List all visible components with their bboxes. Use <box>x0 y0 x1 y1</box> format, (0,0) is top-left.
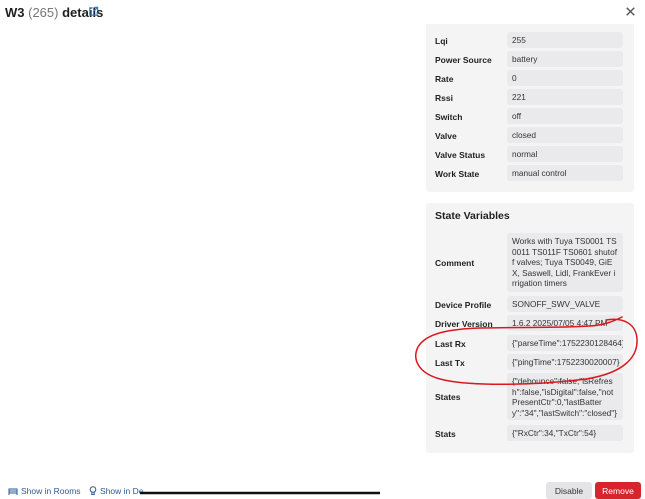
state-value: SONOFF_SWV_VALVE <box>507 296 623 312</box>
attribute-value: 255 <box>507 32 623 48</box>
show-in-rooms-link[interactable]: Show in Rooms <box>8 486 81 496</box>
state-value: Works with Tuya TS0001 TS0011 TS011F TS0… <box>507 233 623 292</box>
show-in-dashboard-link[interactable]: Show in De <box>89 486 143 496</box>
attribute-label: Switch <box>435 112 463 122</box>
attribute-label: Rate <box>435 74 454 84</box>
state-label: Last Rx <box>435 339 466 349</box>
attribute-value: 221 <box>507 89 623 105</box>
rooms-icon <box>8 488 18 495</box>
attribute-label: Valve <box>435 131 457 141</box>
state-variables-panel: State Variables Comment Works with Tuya … <box>426 203 634 453</box>
section-title: State Variables <box>435 210 510 222</box>
dialog-header: W3 (265) details <box>0 0 645 26</box>
state-label: Stats <box>435 429 456 439</box>
state-value: {"parseTime":1752230128464} <box>507 335 623 351</box>
state-label: Device Profile <box>435 300 492 310</box>
state-value: 1.6.2 2025/07/05 4:47 PM <box>507 315 623 331</box>
lightbulb-icon <box>89 486 97 495</box>
state-label: Comment <box>435 258 475 268</box>
attribute-value: 0 <box>507 70 623 86</box>
attribute-label: Rssi <box>435 93 453 103</box>
state-label: Driver Version <box>435 319 493 329</box>
show-in-rooms-label: Show in Rooms <box>21 486 81 496</box>
device-name: W3 <box>5 5 25 20</box>
show-in-dashboard-label: Show in De <box>100 486 144 496</box>
state-label: Last Tx <box>435 358 465 368</box>
state-value: {"pingTime":1752230020007} <box>507 354 623 370</box>
attribute-value: off <box>507 108 623 124</box>
attribute-label: Power Source <box>435 55 492 65</box>
attribute-value: manual control <box>507 165 623 181</box>
state-value: {"RxCtr":34,"TxCtr":54} <box>507 425 623 441</box>
external-link-icon[interactable] <box>88 6 99 17</box>
attribute-label: Valve Status <box>435 150 486 160</box>
state-value: {"debounce":false,"isRefresh":false,"isD… <box>507 373 623 420</box>
attribute-label: Work State <box>435 169 480 179</box>
attribute-value: closed <box>507 127 623 143</box>
attribute-label: Lqi <box>435 36 448 46</box>
close-icon[interactable] <box>624 5 637 18</box>
device-id: (265) <box>28 5 59 20</box>
disable-button[interactable]: Disable <box>546 482 592 499</box>
attribute-value: normal <box>507 146 623 162</box>
attribute-value: battery <box>507 51 623 67</box>
attributes-panel: Lqi 255 Power Source battery Rate 0 Rssi… <box>426 24 634 192</box>
state-label: States <box>435 392 461 402</box>
remove-button[interactable]: Remove <box>595 482 641 499</box>
